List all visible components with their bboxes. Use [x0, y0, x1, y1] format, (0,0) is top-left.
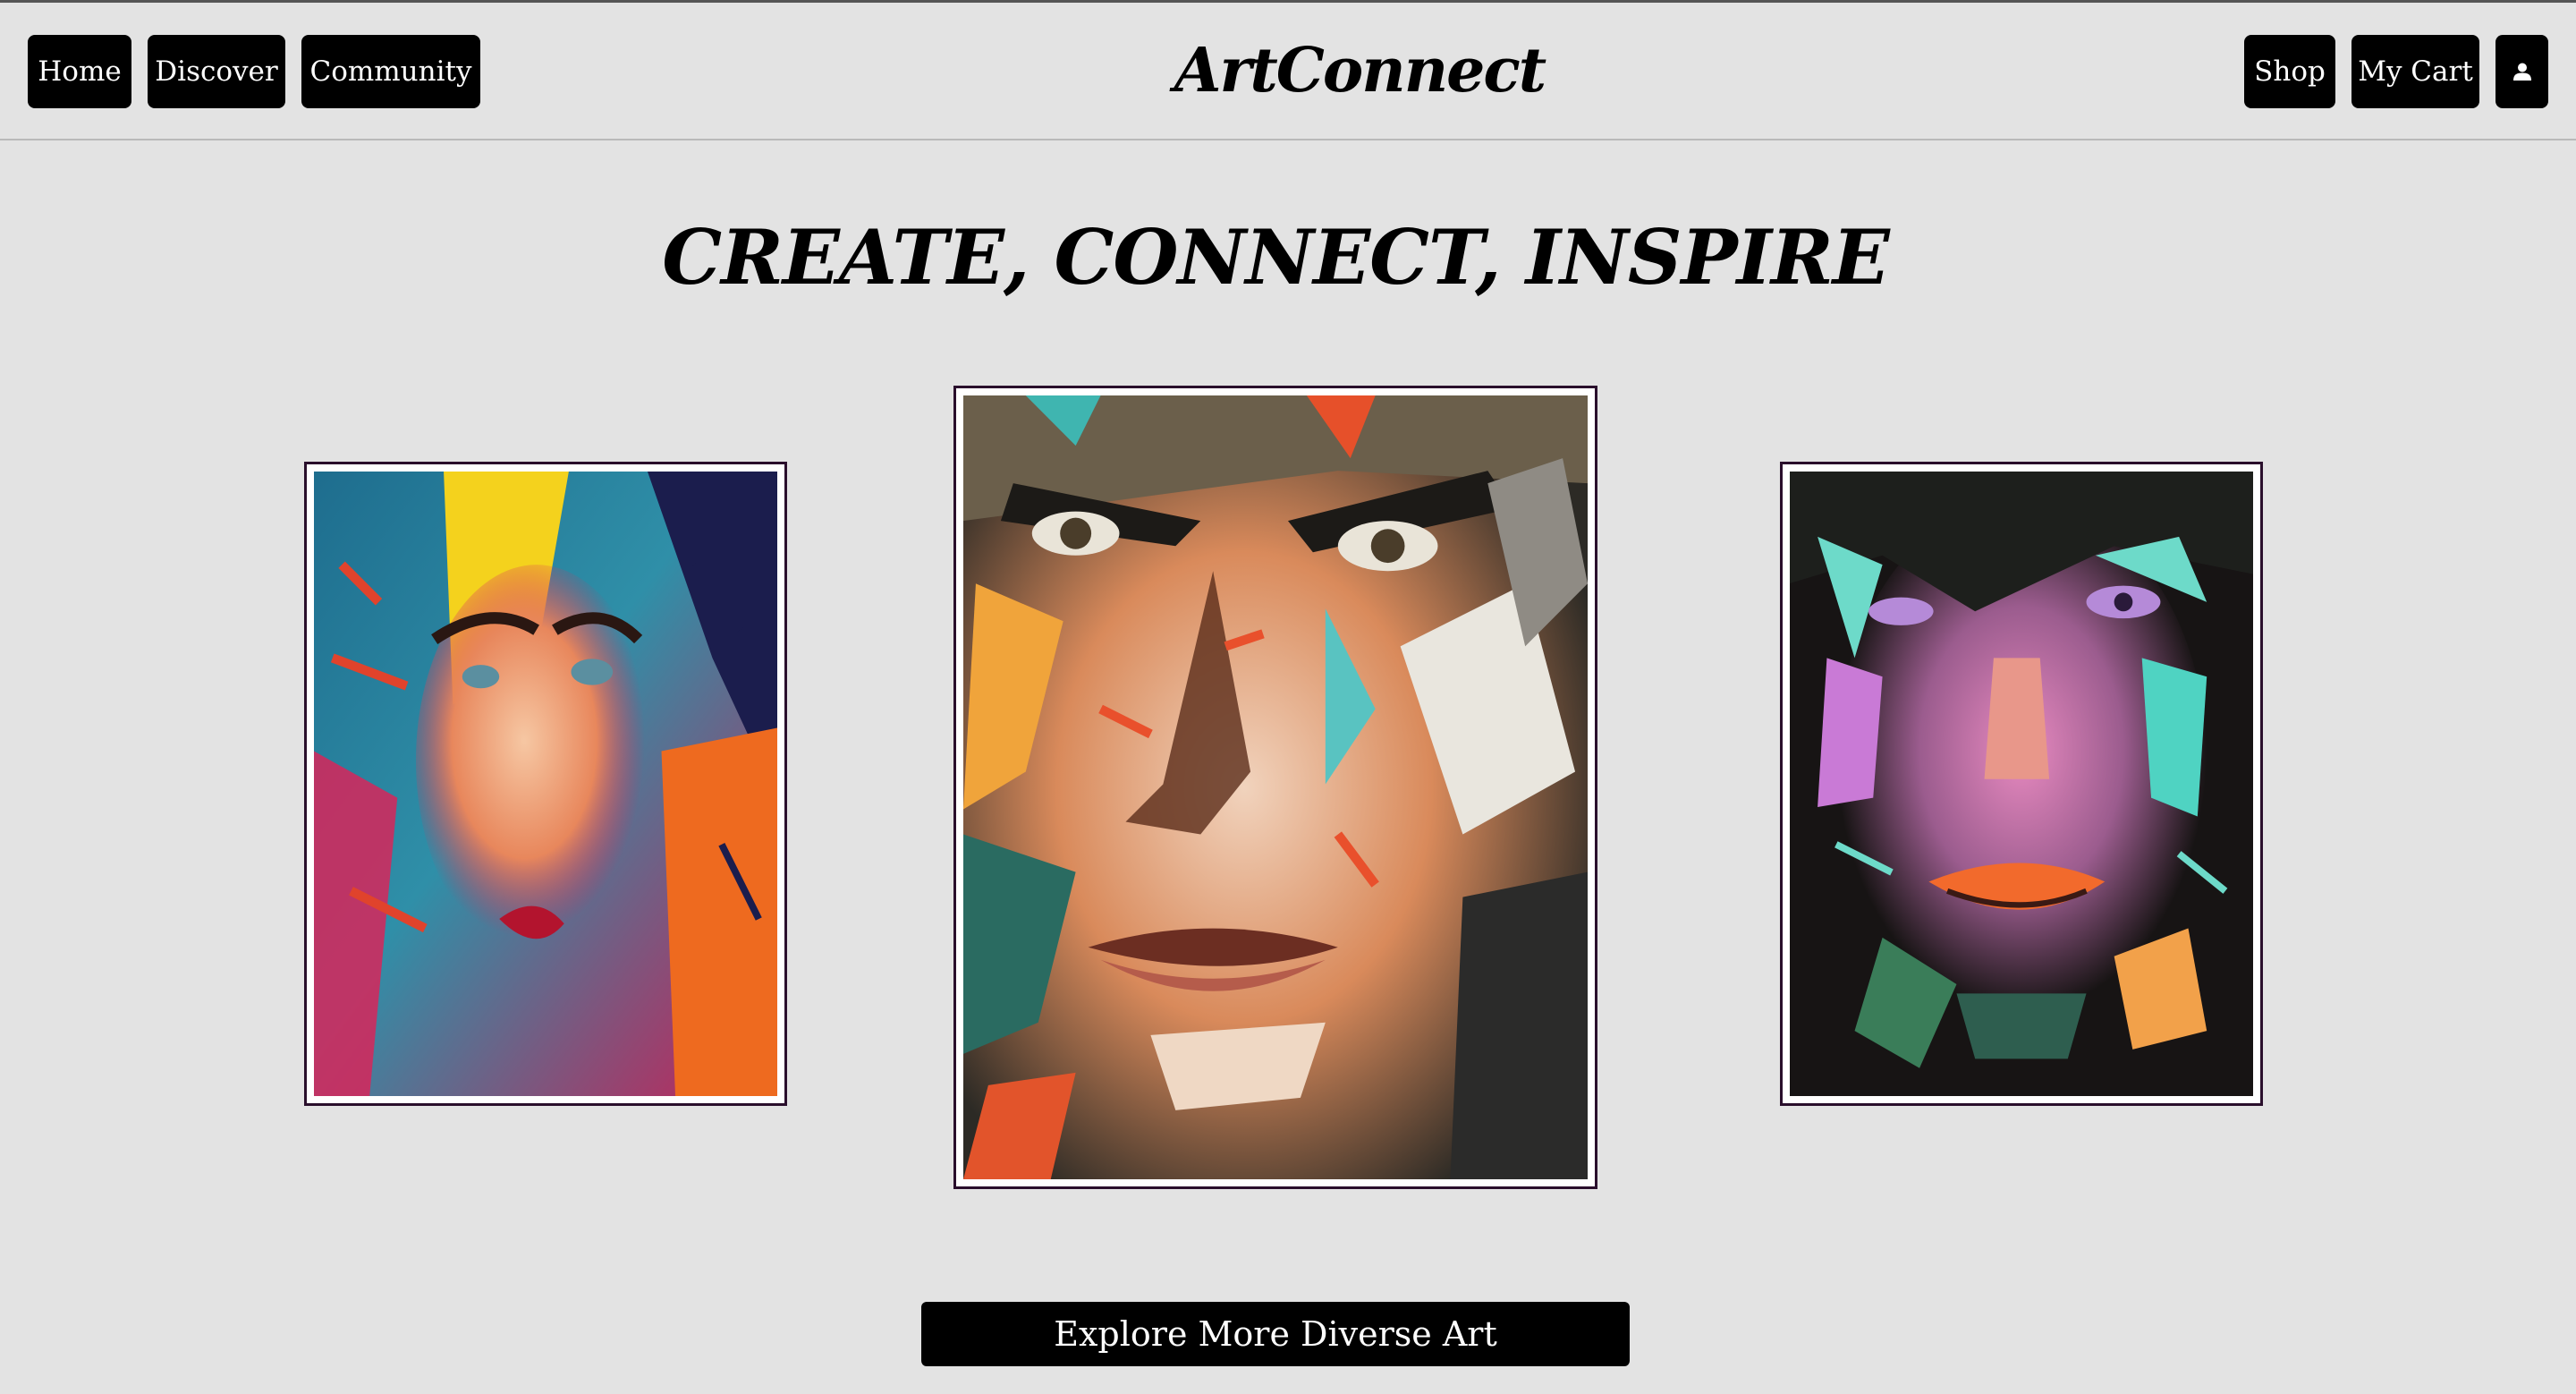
artwork-card-right[interactable] [1780, 462, 2263, 1106]
nav-discover-button[interactable]: Discover [148, 35, 285, 108]
profile-button[interactable] [2496, 35, 2548, 108]
user-icon [2512, 63, 2531, 81]
top-nav-bar: Home Discover Community ArtConnect Shop … [0, 3, 2576, 140]
artwork-card-center[interactable] [953, 386, 1597, 1189]
artwork-card-left[interactable] [304, 462, 787, 1106]
brand-logo[interactable]: ArtConnect [1136, 26, 1583, 115]
artwork-image-left [314, 472, 777, 1096]
artwork-image-right [1790, 472, 2253, 1096]
artwork-image-center [963, 395, 1588, 1179]
nav-shop-button[interactable]: Shop [2244, 35, 2335, 108]
nav-my-cart-button[interactable]: My Cart [2351, 35, 2479, 108]
nav-community-button[interactable]: Community [301, 35, 480, 108]
hero-title: CREATE, CONNECT, INSPIRE [662, 212, 1890, 302]
explore-more-art-button[interactable]: Explore More Diverse Art [921, 1302, 1630, 1366]
nav-home-button[interactable]: Home [28, 35, 131, 108]
